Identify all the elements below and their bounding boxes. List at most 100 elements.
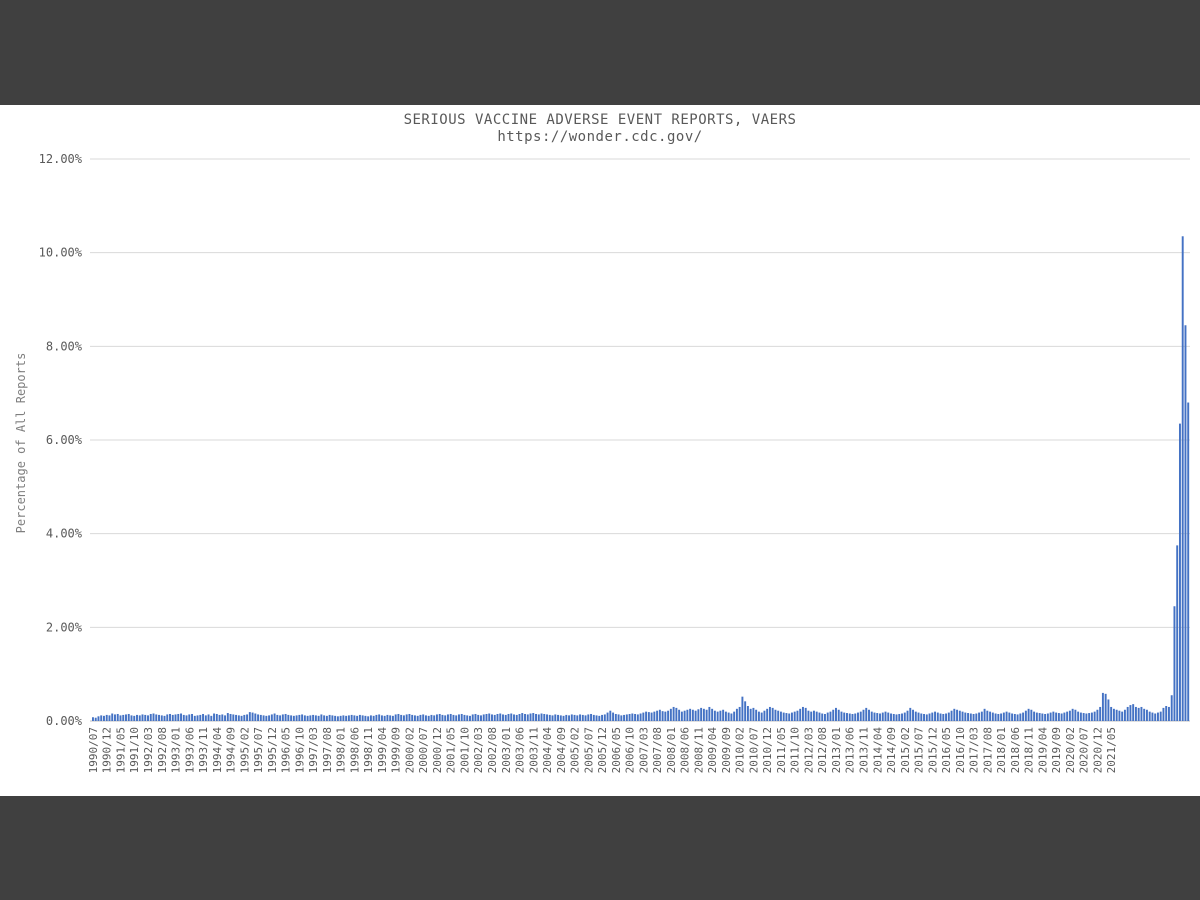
bar xyxy=(185,715,188,721)
bar xyxy=(859,711,862,721)
bar xyxy=(760,712,763,721)
bar xyxy=(846,713,848,721)
bar xyxy=(449,713,452,721)
bar xyxy=(1123,709,1126,721)
bar xyxy=(755,709,758,721)
bar xyxy=(625,714,628,721)
bar xyxy=(1005,711,1008,721)
bar xyxy=(656,710,659,721)
x-tick-label: 2002/03 xyxy=(472,727,485,773)
bar xyxy=(312,714,315,721)
x-tick-label: 1995/12 xyxy=(266,727,279,773)
bar xyxy=(358,714,361,721)
bar xyxy=(1176,545,1179,722)
bar xyxy=(466,715,469,721)
bar xyxy=(496,713,499,721)
bar xyxy=(774,709,777,721)
bar xyxy=(961,711,964,721)
bar xyxy=(215,713,218,721)
bar xyxy=(749,708,752,721)
bar xyxy=(488,713,491,721)
bar xyxy=(213,713,216,721)
bar xyxy=(232,714,235,721)
bar xyxy=(460,713,463,721)
bar xyxy=(870,711,873,721)
y-tick-label: 8.00% xyxy=(46,339,83,353)
bar xyxy=(452,714,455,721)
x-tick-label: 2000/07 xyxy=(417,727,430,773)
bar xyxy=(97,716,100,721)
bar xyxy=(367,716,370,721)
bar xyxy=(634,713,637,721)
x-tick-label: 1993/01 xyxy=(170,727,183,773)
bar xyxy=(1107,699,1110,721)
bar xyxy=(147,715,149,721)
bar xyxy=(989,711,992,721)
x-tick-label: 1990/07 xyxy=(87,727,100,773)
x-tick-label: 1998/11 xyxy=(362,727,375,773)
bar xyxy=(298,714,301,721)
bar xyxy=(664,711,667,721)
bar xyxy=(1060,713,1063,721)
bar xyxy=(994,713,997,721)
bar xyxy=(942,713,945,721)
bar xyxy=(551,715,554,721)
x-tick-label: 2012/08 xyxy=(816,727,829,773)
bar xyxy=(163,715,166,721)
bar xyxy=(576,715,579,721)
bar xyxy=(1049,712,1052,721)
bar xyxy=(353,715,356,721)
bar xyxy=(397,713,400,721)
bar xyxy=(328,714,331,721)
bar xyxy=(103,715,105,721)
bar xyxy=(1088,713,1091,721)
bar xyxy=(177,713,180,721)
bar xyxy=(1181,236,1184,721)
bar xyxy=(945,713,948,721)
bar xyxy=(268,715,271,721)
bar xyxy=(485,713,488,721)
bar xyxy=(570,714,573,721)
bar xyxy=(768,706,771,721)
bar xyxy=(265,715,268,721)
bar xyxy=(413,715,416,721)
bar xyxy=(262,715,265,721)
bar xyxy=(386,714,389,721)
bar xyxy=(606,712,609,721)
x-tick-label: 1993/06 xyxy=(183,727,196,773)
bar xyxy=(1104,693,1107,721)
bar xyxy=(884,711,887,721)
bar xyxy=(226,713,229,721)
bar xyxy=(546,714,548,721)
bar xyxy=(1046,713,1049,721)
x-tick-label: 2016/10 xyxy=(954,727,967,773)
bar xyxy=(191,713,193,721)
bar xyxy=(1038,713,1041,721)
bar xyxy=(713,710,716,721)
x-tick-label: 2020/07 xyxy=(1078,727,1091,773)
x-tick-label: 2011/05 xyxy=(775,727,788,773)
bar xyxy=(708,706,711,721)
bar xyxy=(309,715,312,721)
bar xyxy=(320,714,323,721)
x-tick-label: 2003/06 xyxy=(514,727,527,773)
bar xyxy=(812,710,815,721)
bar xyxy=(727,712,730,721)
bar xyxy=(1093,711,1096,721)
bar xyxy=(246,714,249,721)
x-tick-label: 1991/10 xyxy=(128,727,141,773)
x-tick-label: 2015/02 xyxy=(899,727,912,773)
bar xyxy=(881,712,884,721)
bar xyxy=(645,711,648,721)
bar xyxy=(502,714,504,721)
bar xyxy=(1041,713,1044,721)
bar xyxy=(947,712,950,721)
bar xyxy=(912,709,914,721)
bar xyxy=(477,714,480,721)
bar xyxy=(114,714,116,721)
bar xyxy=(427,715,430,721)
x-tick-label: 2016/05 xyxy=(940,727,953,773)
bar xyxy=(689,708,692,721)
x-tick-label: 1994/04 xyxy=(211,727,224,774)
bar xyxy=(202,713,205,721)
